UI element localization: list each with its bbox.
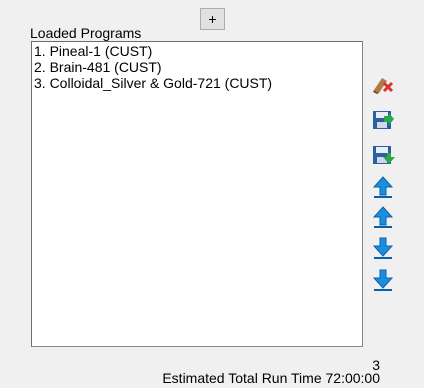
- add-program-button[interactable]: +: [200, 8, 225, 30]
- list-item[interactable]: 1. Pineal-1 (CUST): [33, 43, 362, 59]
- move-top-icon: [372, 176, 394, 198]
- loaded-programs-label: Loaded Programs: [30, 25, 142, 41]
- move-bottom-icon: [372, 269, 394, 291]
- estimated-run-time: Estimated Total Run Time 72:00:00: [162, 370, 380, 386]
- move-up-icon: [372, 206, 394, 228]
- move-down-icon: [372, 237, 394, 259]
- load-icon: [373, 146, 395, 164]
- move-bottom-button[interactable]: [371, 268, 395, 292]
- save-icon: [373, 111, 394, 129]
- move-down-button[interactable]: [371, 236, 395, 260]
- list-item[interactable]: 2. Brain-481 (CUST): [33, 59, 362, 75]
- move-top-button[interactable]: [371, 175, 395, 199]
- list-item[interactable]: 3. Colloidal_Silver & Gold-721 (CUST): [33, 75, 362, 91]
- load-program-button[interactable]: [371, 143, 395, 167]
- delete-program-button[interactable]: [371, 72, 395, 96]
- save-program-button[interactable]: [371, 108, 395, 132]
- eraser-delete-icon: [373, 78, 394, 94]
- move-up-button[interactable]: [371, 205, 395, 229]
- program-list[interactable]: 1. Pineal-1 (CUST) 2. Brain-481 (CUST) 3…: [31, 41, 363, 347]
